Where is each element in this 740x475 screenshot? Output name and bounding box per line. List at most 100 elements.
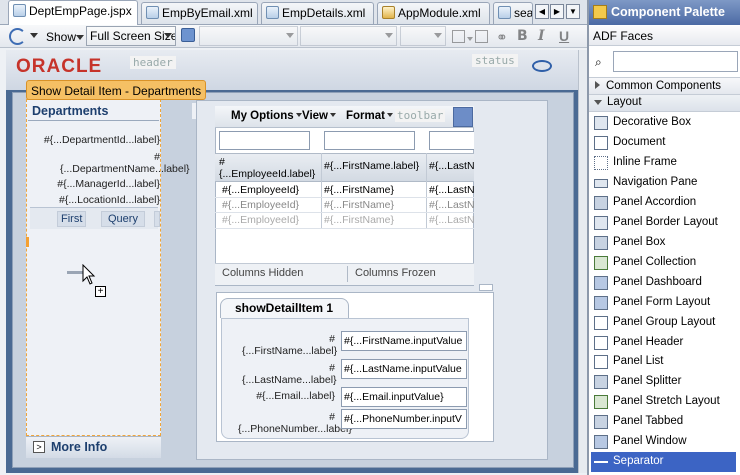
refresh-dropdown-icon[interactable]	[30, 33, 38, 38]
section-layout[interactable]: Layout	[589, 95, 740, 112]
panel-box-icon	[594, 236, 608, 250]
drag-copy-icon: +	[95, 286, 106, 297]
xml-file-icon	[382, 6, 395, 19]
panel-dashboard-icon	[594, 276, 608, 290]
chevron-right-icon	[595, 81, 600, 89]
font-select[interactable]	[300, 26, 397, 46]
cursor-arrow-icon	[82, 264, 96, 285]
style-select[interactable]	[199, 26, 298, 46]
preview-icon[interactable]	[181, 28, 195, 42]
palette-item-panel-collection[interactable]: Panel Collection	[591, 253, 736, 273]
lastname-cell: #{...LastN	[429, 214, 474, 226]
show-detail-item-tooltip: Show Detail Item - Departments	[26, 80, 207, 100]
xml-file-icon	[266, 6, 279, 19]
detach-icon[interactable]	[453, 107, 473, 127]
show-dropdown-icon[interactable]	[76, 35, 84, 40]
font-size-select[interactable]	[400, 26, 446, 46]
phonenumber-label: #{...PhoneNumber...label}	[238, 411, 352, 435]
bold-icon[interactable]: B	[517, 28, 528, 44]
insert-dropdown-icon[interactable]	[467, 37, 473, 41]
format-menu[interactable]: Format	[346, 110, 393, 122]
palette-item-navigation-pane[interactable]: Navigation Pane	[591, 173, 736, 193]
filter-employeeid-input[interactable]	[219, 131, 310, 150]
firstname-input[interactable]: #{...FirstName.inputValue	[341, 331, 467, 351]
palette-item-panel-border-layout[interactable]: Panel Border Layout	[591, 213, 736, 233]
palette-item-separator[interactable]: Separator	[591, 452, 736, 472]
column-header-employeeid[interactable]: #{...EmployeeId.label}	[219, 156, 319, 180]
tab-search[interactable]: searc	[493, 2, 533, 24]
search-input[interactable]	[613, 51, 738, 72]
chevron-down-icon	[434, 33, 442, 38]
tab-scroll-left[interactable]: ◀	[535, 4, 549, 19]
email-label: #{...Email...label}	[256, 390, 335, 402]
tab-scroll-right[interactable]: ▶	[550, 4, 564, 19]
underline-icon[interactable]: U	[559, 28, 569, 44]
palette-item-panel-dashboard[interactable]: Panel Dashboard	[591, 273, 736, 293]
palette-icon	[593, 5, 607, 19]
document-icon	[594, 136, 608, 150]
filter-firstname-input[interactable]	[324, 131, 415, 150]
dropdown-arrow-icon	[330, 113, 336, 117]
oracle-logo: ORACLE	[16, 56, 103, 77]
manager-id-label: #{...ManagerId...label}	[57, 178, 160, 190]
palette-item-decorative-box[interactable]: Decorative Box	[591, 113, 736, 133]
expand-icon[interactable]: >	[33, 441, 45, 453]
screen-size-select[interactable]: Full Screen Size	[86, 26, 176, 46]
italic-icon[interactable]: I	[538, 28, 545, 44]
palette-title: Component Palette	[611, 5, 725, 19]
link-icon[interactable]: ⚭	[496, 29, 508, 46]
column-header-firstname[interactable]: #{...FirstName.label}	[324, 160, 424, 172]
splitter-up-arrow-icon[interactable]	[479, 284, 493, 291]
splitter-handle-icon[interactable]	[26, 237, 30, 247]
next-button[interactable]	[154, 211, 160, 227]
palette-item-panel-group-layout[interactable]: Panel Group Layout	[591, 313, 736, 333]
palette-item-panel-stretch-layout[interactable]: Panel Stretch Layout	[591, 392, 736, 412]
panel-accordion-icon	[594, 196, 608, 210]
panel-collection-icon	[594, 256, 608, 270]
palette-item-panel-form-layout[interactable]: Panel Form Layout	[591, 293, 736, 313]
palette-item-panel-window[interactable]: Panel Window	[591, 432, 736, 452]
editor-scrollbar[interactable]	[578, 50, 587, 473]
decorative-box-icon	[594, 116, 608, 130]
library-select[interactable]: ADF Faces	[589, 26, 740, 46]
select-icon[interactable]	[475, 30, 488, 43]
firstname-label: #{...FirstName...label}	[242, 333, 338, 357]
palette-item-panel-accordion[interactable]: Panel Accordion	[591, 193, 736, 213]
my-options-menu[interactable]: My Options	[231, 110, 302, 122]
tab-empbyemail[interactable]: EmpByEmail.xml	[141, 2, 258, 24]
status-divider	[347, 266, 348, 282]
department-id-label: #{...DepartmentId...label}	[43, 134, 160, 146]
lastname-input[interactable]: #{...LastName.inputValue	[341, 359, 467, 379]
tab-deptemppage[interactable]: DeptEmpPage.jspx	[8, 0, 138, 25]
panel-border-layout-icon	[594, 216, 608, 230]
toolbar-facet: toolbar	[395, 109, 446, 122]
first-button[interactable]: First	[57, 211, 87, 227]
palette-item-panel-tabbed[interactable]: Panel Tabbed	[591, 412, 736, 432]
palette-item-document[interactable]: Document	[591, 133, 736, 153]
panel-stretch-layout-icon	[594, 395, 608, 409]
panel-header-icon	[594, 336, 608, 350]
tab-show-detail-item[interactable]: showDetailItem 1	[220, 298, 349, 318]
firstname-cell: #{...FirstName}	[324, 199, 395, 211]
email-input[interactable]: #{...Email.inputValue}	[341, 387, 467, 407]
refresh-icon[interactable]	[9, 28, 26, 45]
phonenumber-input[interactable]: #{...PhoneNumber.inputV	[341, 409, 467, 429]
filter-lastname-input[interactable]	[429, 131, 474, 150]
palette-item-panel-box[interactable]: Panel Box	[591, 233, 736, 253]
palette-item-panel-list[interactable]: Panel List	[591, 352, 736, 372]
column-header-lastname[interactable]: #{...LastN	[429, 160, 474, 172]
palette-item-inline-frame[interactable]: Inline Frame	[591, 153, 736, 173]
palette-item-panel-splitter[interactable]: Panel Splitter	[591, 372, 736, 392]
view-menu[interactable]: View	[302, 110, 336, 122]
section-common-components[interactable]: Common Components	[589, 77, 740, 95]
panel-list-icon	[594, 355, 608, 369]
tab-empdetails[interactable]: EmpDetails.xml	[261, 2, 374, 24]
tab-appmodule[interactable]: AppModule.xml	[377, 2, 490, 24]
status-indicator-icon	[532, 60, 552, 72]
tab-list-dropdown[interactable]: ▼	[566, 4, 580, 19]
panel-splitter-icon	[594, 375, 608, 389]
query-button[interactable]: Query	[101, 211, 145, 227]
insert-icon[interactable]	[452, 30, 465, 43]
chevron-down-icon	[164, 33, 172, 38]
palette-item-panel-header[interactable]: Panel Header	[591, 333, 736, 353]
